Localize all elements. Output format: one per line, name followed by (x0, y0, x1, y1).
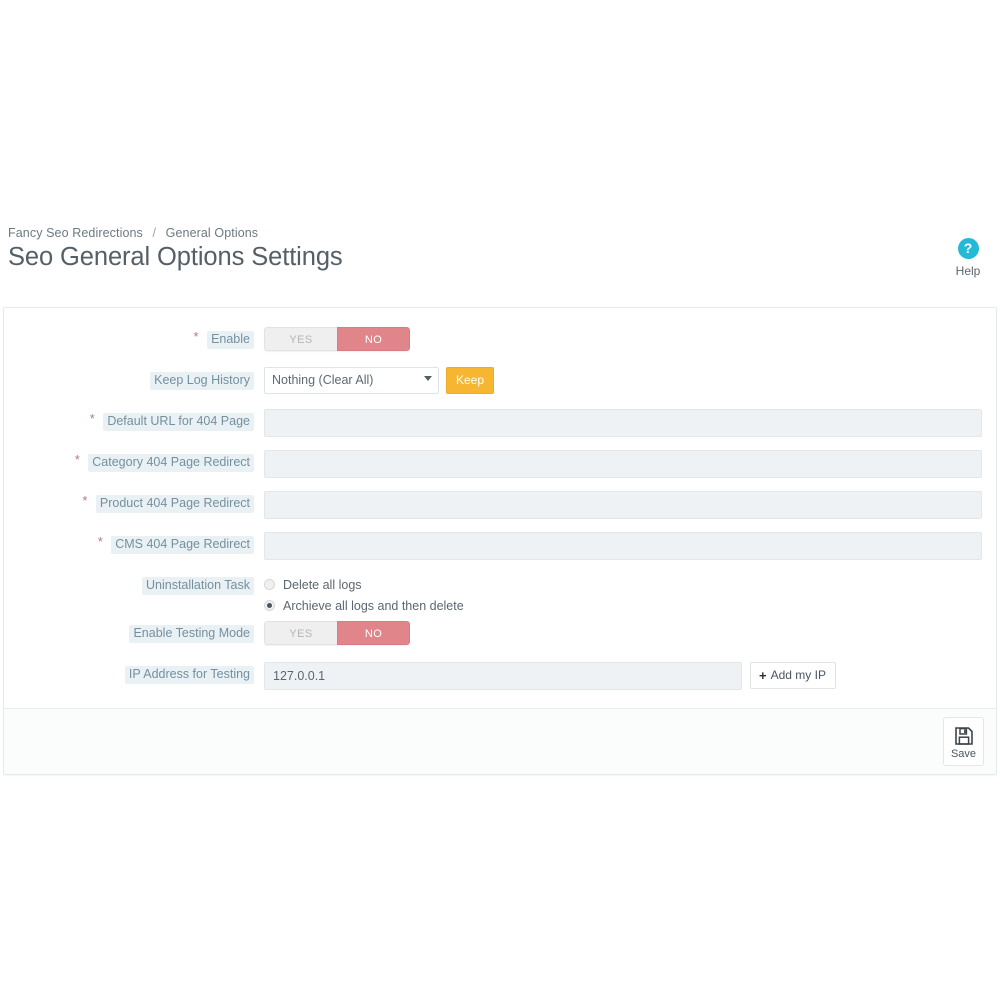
label-cell: * Product 404 Page Redirect (22, 486, 254, 513)
required-asterisk: * (82, 493, 88, 508)
enable-testing-mode-toggle-yes[interactable]: YES (264, 621, 337, 645)
enable-testing-mode-toggle-no[interactable]: NO (337, 621, 410, 645)
label-cell: Enable Testing Mode (22, 616, 254, 643)
control-cell: YES NO (254, 322, 978, 351)
form-row-default-url-404: * Default URL for 404 Page (22, 404, 982, 445)
form-row-uninstallation-task: Uninstallation Task Delete all logs Arch… (22, 568, 978, 616)
required-asterisk: * (89, 411, 95, 426)
label-cell: * Enable (22, 322, 254, 349)
uninstallation-task-radio-group: Delete all logs Archieve all logs and th… (264, 570, 464, 616)
label-cell: * Category 404 Page Redirect (22, 445, 254, 472)
required-asterisk: * (74, 452, 80, 467)
control-cell (254, 404, 982, 437)
category-404-input[interactable] (264, 450, 982, 478)
panel-footer: Save (4, 708, 996, 774)
form-row-keep-log-history: Keep Log History Nothing (Clear All) Kee… (22, 363, 978, 404)
field-label-default-url-404: Default URL for 404 Page (103, 413, 254, 431)
label-cell: * CMS 404 Page Redirect (22, 527, 254, 554)
control-cell: + Add my IP (254, 657, 978, 690)
page-header: Fancy Seo Redirections / General Options… (0, 210, 1000, 306)
radio-icon-checked[interactable] (264, 600, 275, 611)
settings-panel: * Enable YES NO Keep Log History Nothing… (3, 307, 997, 775)
form-row-ip-address-testing: IP Address for Testing + Add my IP (22, 657, 978, 698)
control-cell: Nothing (Clear All) Keep (254, 363, 978, 394)
field-label-enable-testing-mode: Enable Testing Mode (129, 625, 254, 643)
radio-option-delete-all-logs[interactable]: Delete all logs (264, 574, 464, 595)
required-asterisk: * (97, 534, 103, 549)
product-404-input[interactable] (264, 491, 982, 519)
field-label-enable: Enable (207, 331, 254, 349)
field-label-category-404: Category 404 Page Redirect (88, 454, 254, 472)
floppy-disk-save-icon (954, 726, 973, 745)
enable-toggle-no[interactable]: NO (337, 327, 410, 351)
plus-icon: + (759, 668, 767, 683)
field-label-uninstallation-task: Uninstallation Task (142, 577, 254, 595)
keep-button[interactable]: Keep (446, 367, 495, 394)
save-button[interactable]: Save (943, 717, 984, 766)
breadcrumb-root[interactable]: Fancy Seo Redirections (8, 226, 143, 240)
label-cell: Keep Log History (22, 363, 254, 390)
radio-label-delete-all-logs: Delete all logs (283, 577, 362, 592)
form-row-enable: * Enable YES NO (22, 322, 978, 363)
breadcrumb-separator: / (152, 226, 157, 240)
form-row-enable-testing-mode: Enable Testing Mode YES NO (22, 616, 978, 657)
keep-log-history-select[interactable]: Nothing (Clear All) (264, 367, 439, 394)
question-mark-circle-icon: ? (957, 238, 979, 259)
enable-toggle[interactable]: YES NO (264, 327, 410, 351)
control-cell: Delete all logs Archieve all logs and th… (254, 568, 978, 616)
page-title: Seo General Options Settings (8, 243, 343, 271)
field-label-product-404: Product 404 Page Redirect (95, 495, 254, 513)
cms-404-input[interactable] (264, 532, 982, 560)
control-cell (254, 486, 982, 519)
label-cell: IP Address for Testing (22, 657, 254, 684)
label-cell: Uninstallation Task (22, 568, 254, 595)
control-cell (254, 527, 982, 560)
radio-icon-unchecked[interactable] (264, 579, 275, 590)
keep-log-history-select-wrap: Nothing (Clear All) (264, 367, 439, 394)
field-label-keep-log-history: Keep Log History (150, 372, 254, 390)
settings-form: * Enable YES NO Keep Log History Nothing… (4, 308, 996, 708)
radio-option-archive-then-delete[interactable]: Archieve all logs and then delete (264, 595, 464, 616)
breadcrumb: Fancy Seo Redirections / General Options (8, 226, 258, 240)
default-url-404-input[interactable] (264, 409, 982, 437)
add-my-ip-label: Add my IP (770, 668, 826, 682)
form-row-product-404: * Product 404 Page Redirect (22, 486, 982, 527)
control-cell (254, 445, 982, 478)
add-my-ip-button[interactable]: + Add my IP (750, 662, 836, 689)
enable-testing-mode-toggle[interactable]: YES NO (264, 621, 410, 645)
field-label-cms-404: CMS 404 Page Redirect (111, 536, 254, 554)
field-label-ip-address-testing: IP Address for Testing (124, 666, 254, 684)
enable-toggle-yes[interactable]: YES (264, 327, 337, 351)
help-button[interactable]: ? Help (944, 238, 992, 278)
save-button-label: Save (950, 747, 977, 760)
radio-label-archive-then-delete: Archieve all logs and then delete (283, 598, 464, 613)
breadcrumb-current[interactable]: General Options (166, 226, 259, 240)
ip-address-testing-input[interactable] (264, 662, 742, 690)
label-cell: * Default URL for 404 Page (22, 404, 254, 431)
help-label: Help (955, 264, 981, 278)
control-cell: YES NO (254, 616, 978, 645)
required-asterisk: * (193, 329, 199, 344)
form-row-category-404: * Category 404 Page Redirect (22, 445, 982, 486)
form-row-cms-404: * CMS 404 Page Redirect (22, 527, 982, 568)
